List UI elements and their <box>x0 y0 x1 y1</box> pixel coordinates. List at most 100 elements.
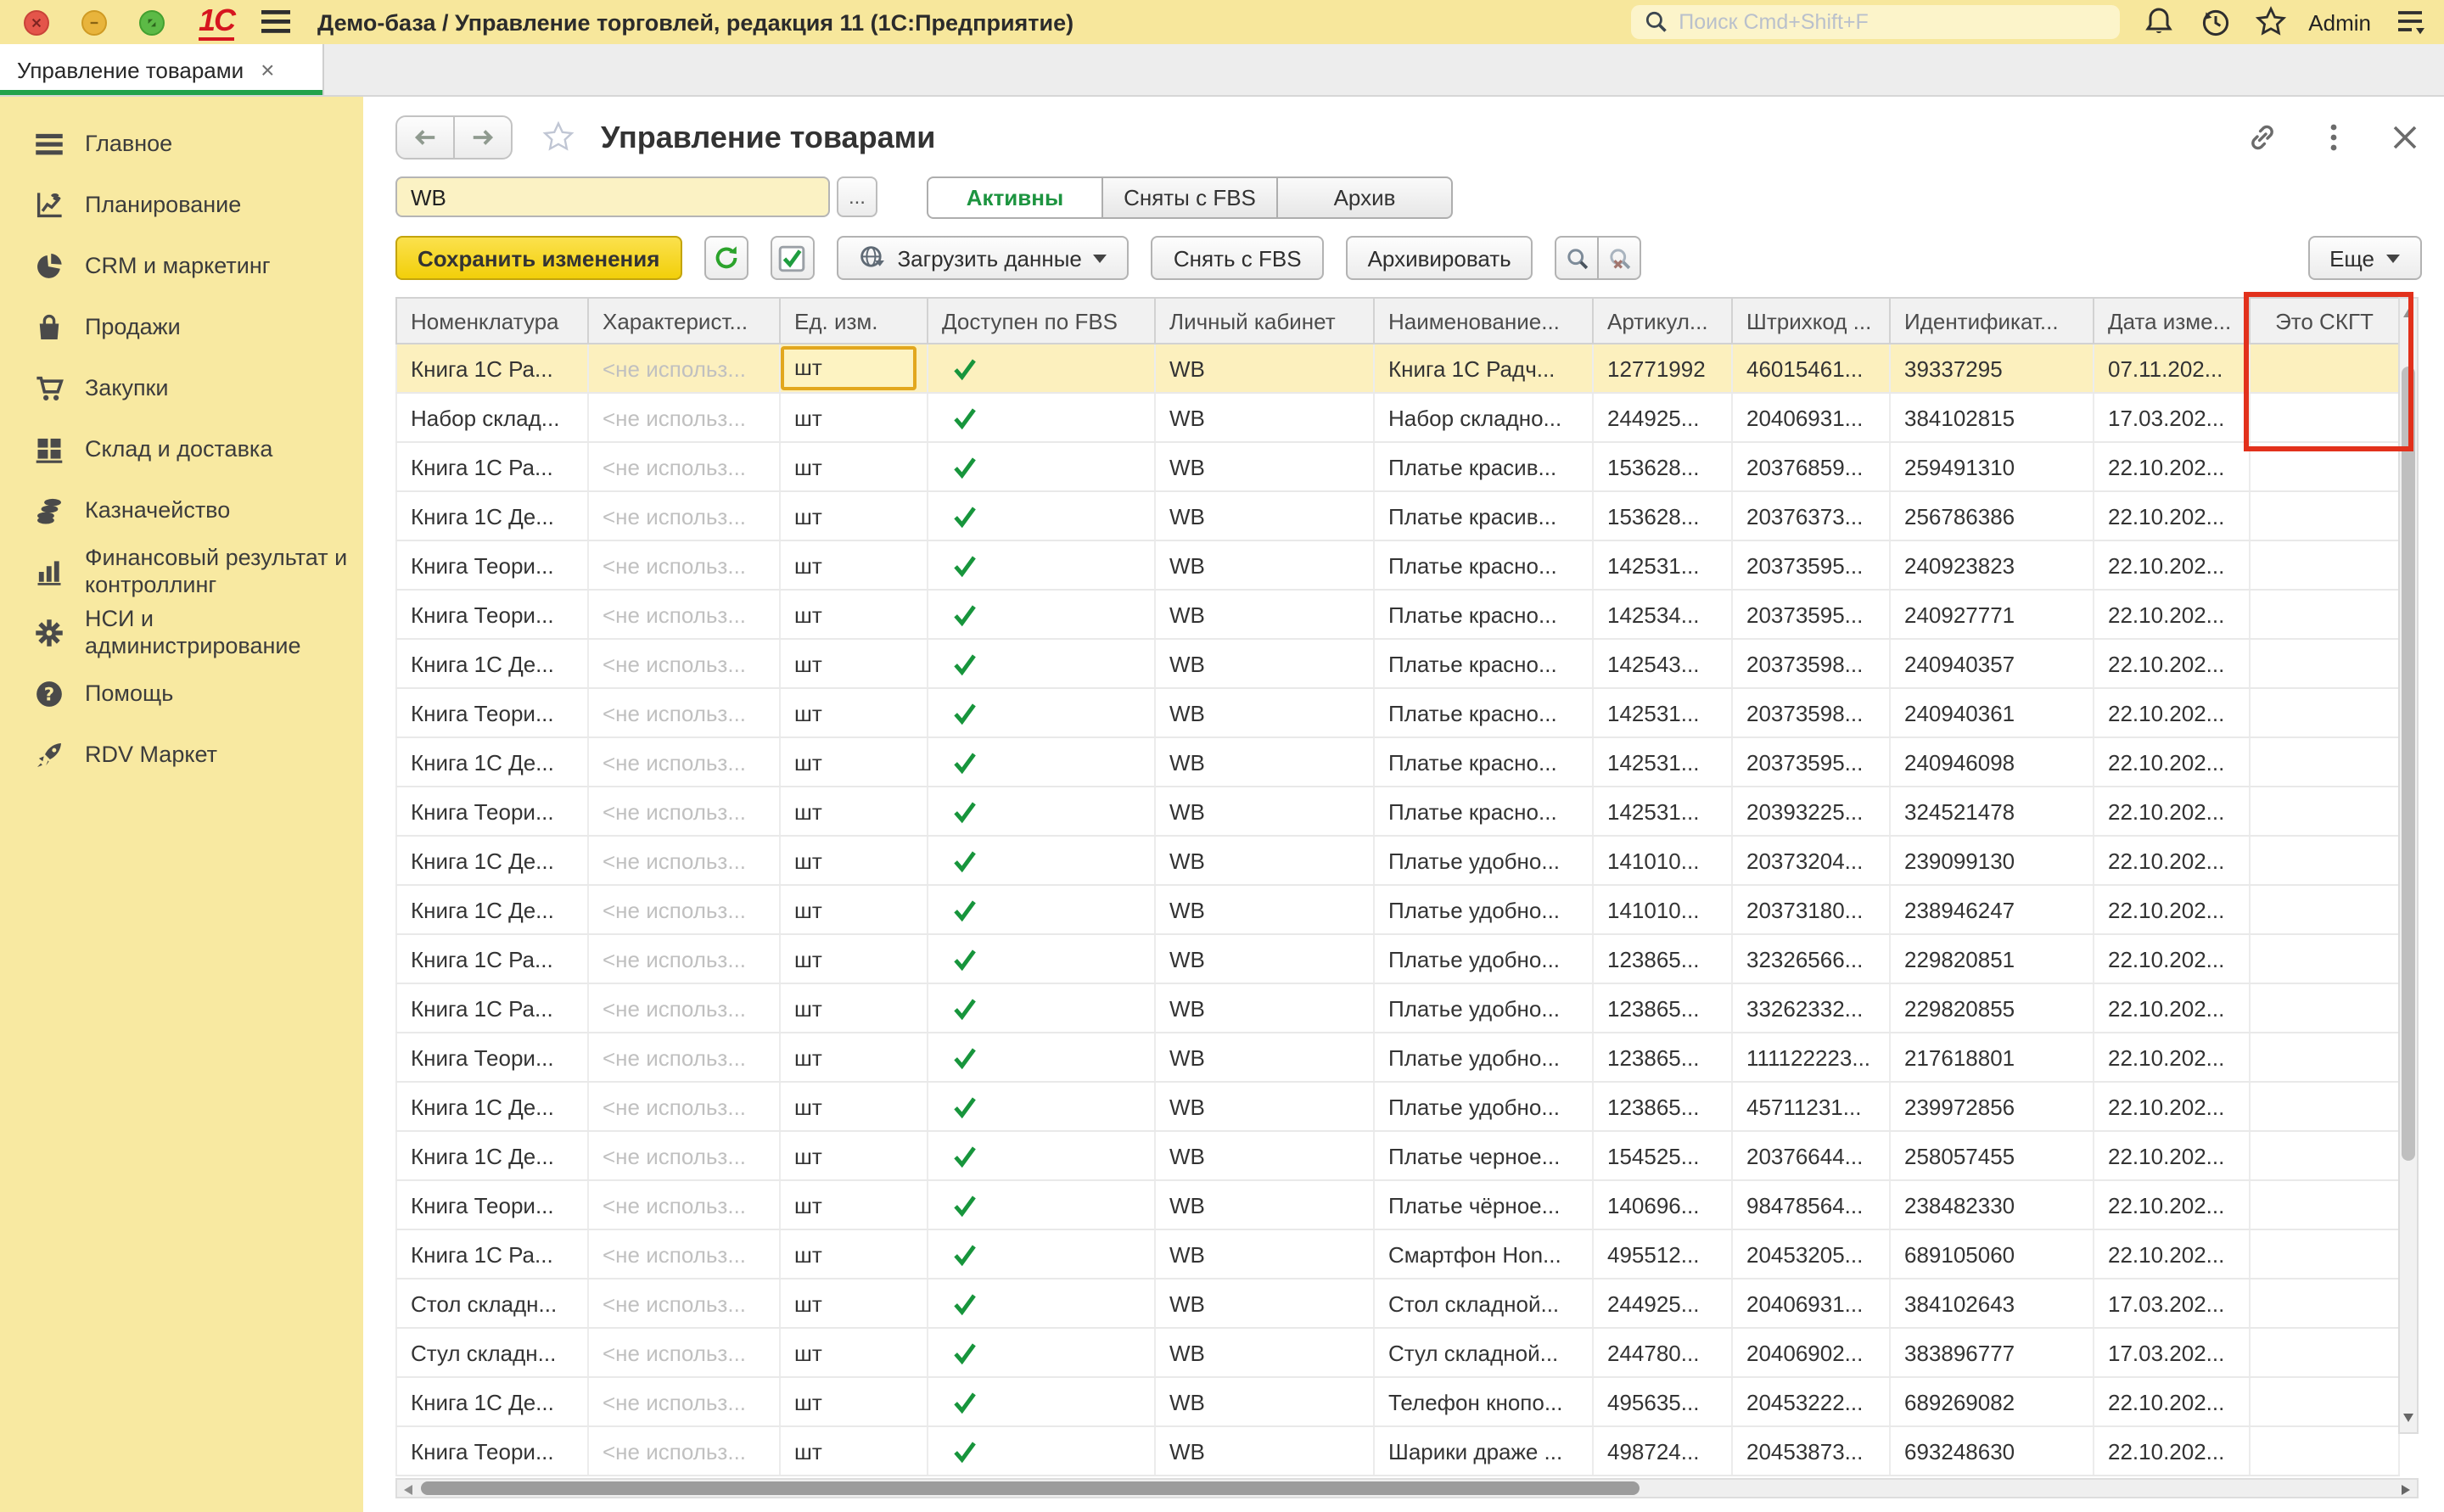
table-cell[interactable]: Стул складной... <box>1374 1328 1593 1377</box>
table-cell[interactable]: <не использ... <box>588 1033 780 1082</box>
table-cell[interactable]: 22.10.202... <box>2094 491 2250 540</box>
table-cell[interactable] <box>2250 1377 2399 1426</box>
segment-archive[interactable]: Архив <box>1276 176 1453 218</box>
table-row[interactable]: Книга 1С Де...<не использ...штWBПлатье ч… <box>396 1131 2399 1180</box>
table-cell[interactable]: 142543... <box>1593 639 1732 688</box>
table-cell[interactable]: шт <box>780 688 928 737</box>
table-cell[interactable]: 17.03.202... <box>2094 1328 2250 1377</box>
scroll-right-arrow-icon[interactable] <box>2402 1484 2410 1494</box>
table-cell[interactable]: 20373595... <box>1732 590 1890 639</box>
table-cell[interactable]: 689269082 <box>1890 1377 2094 1426</box>
table-row[interactable]: Книга 1С Ра...<не использ...штWBПлатье у… <box>396 983 2399 1033</box>
table-cell[interactable]: 229820851 <box>1890 934 2094 983</box>
table-row[interactable]: Книга 1С Де...<не использ...штWBПлатье у… <box>396 836 2399 885</box>
column-header[interactable]: Артикул... <box>1593 298 1732 344</box>
sidebar-item-help[interactable]: ?Помощь <box>0 664 363 725</box>
table-cell[interactable]: Книга 1С Ра... <box>396 442 588 491</box>
table-cell[interactable]: 240923823 <box>1890 540 2094 590</box>
table-cell[interactable] <box>2250 442 2399 491</box>
table-cell[interactable]: 693248630 <box>1890 1426 2094 1476</box>
table-cell[interactable]: 123865... <box>1593 1033 1732 1082</box>
cancel-search-button[interactable] <box>1598 236 1642 280</box>
table-cell[interactable]: <не использ... <box>588 540 780 590</box>
table-cell[interactable] <box>928 639 1155 688</box>
window-zoom-button[interactable] <box>139 9 165 35</box>
table-cell[interactable]: 22.10.202... <box>2094 688 2250 737</box>
table-cell[interactable]: 142531... <box>1593 540 1732 590</box>
table-cell[interactable] <box>928 688 1155 737</box>
column-header[interactable]: Это СКГТ <box>2250 298 2399 344</box>
table-row[interactable]: Книга Теори...<не использ...штWBПлатье к… <box>396 590 2399 639</box>
table-cell[interactable]: 383896777 <box>1890 1328 2094 1377</box>
table-cell[interactable]: шт <box>780 983 928 1033</box>
sidebar-item-rdv[interactable]: RDV Маркет <box>0 725 363 786</box>
table-cell[interactable]: <не использ... <box>588 1328 780 1377</box>
table-cell[interactable]: 495635... <box>1593 1377 1732 1426</box>
table-cell[interactable]: 238482330 <box>1890 1180 2094 1229</box>
global-search-input[interactable]: Поиск Cmd+Shift+F <box>1631 5 2120 39</box>
table-cell[interactable]: 39337295 <box>1890 344 2094 393</box>
table-cell[interactable]: 20376644... <box>1732 1131 1890 1180</box>
table-row[interactable]: Книга 1С Де...<не использ...штWBПлатье у… <box>396 1082 2399 1131</box>
table-cell[interactable]: <не использ... <box>588 344 780 393</box>
table-cell[interactable]: шт <box>780 934 928 983</box>
table-cell[interactable]: WB <box>1155 1131 1374 1180</box>
table-cell[interactable]: шт <box>780 1033 928 1082</box>
table-cell[interactable]: Телефон кнопо... <box>1374 1377 1593 1426</box>
table-cell[interactable]: шт <box>780 540 928 590</box>
remove-from-fbs-button[interactable]: Снять с FBS <box>1152 236 1324 280</box>
table-cell[interactable] <box>2250 737 2399 787</box>
table-cell[interactable]: <не использ... <box>588 836 780 885</box>
vertical-scrollbar[interactable] <box>2398 297 2419 1434</box>
table-cell[interactable] <box>2250 983 2399 1033</box>
tab-product-management[interactable]: Управление товарами × <box>0 44 324 95</box>
table-cell[interactable]: шт <box>780 1426 928 1476</box>
table-cell[interactable]: 20373595... <box>1732 737 1890 787</box>
table-cell[interactable]: WB <box>1155 1229 1374 1279</box>
focused-cell[interactable]: шт <box>781 346 916 390</box>
table-cell[interactable]: Платье удобно... <box>1374 934 1593 983</box>
column-header[interactable]: Номенклатура <box>396 298 588 344</box>
table-row[interactable]: Книга Теори...<не использ...штWBПлатье у… <box>396 1033 2399 1082</box>
sidebar-item-warehouse[interactable]: Склад и доставка <box>0 419 363 480</box>
table-cell[interactable]: 45711231... <box>1732 1082 1890 1131</box>
sidebar-item-main[interactable]: Главное <box>0 114 363 175</box>
table-cell[interactable]: Книга 1С Де... <box>396 836 588 885</box>
table-cell[interactable]: 20373595... <box>1732 540 1890 590</box>
table-cell[interactable]: 22.10.202... <box>2094 1426 2250 1476</box>
table-cell[interactable]: <не использ... <box>588 983 780 1033</box>
table-cell[interactable]: 384102643 <box>1890 1279 2094 1328</box>
table-cell[interactable]: WB <box>1155 442 1374 491</box>
table-cell[interactable] <box>928 1033 1155 1082</box>
table-cell[interactable]: 20373204... <box>1732 836 1890 885</box>
table-cell[interactable] <box>928 491 1155 540</box>
table-cell[interactable]: шт <box>780 885 928 934</box>
window-minimize-button[interactable] <box>81 9 107 35</box>
table-cell[interactable]: Платье удобно... <box>1374 836 1593 885</box>
table-cell[interactable]: Платье черное... <box>1374 1131 1593 1180</box>
table-cell[interactable]: Книга Теори... <box>396 1180 588 1229</box>
column-header[interactable]: Характерист... <box>588 298 780 344</box>
table-cell[interactable] <box>928 787 1155 836</box>
table-cell[interactable]: шт <box>780 590 928 639</box>
table-cell[interactable]: <не использ... <box>588 1279 780 1328</box>
segment-active[interactable]: Активны <box>927 176 1103 218</box>
window-close-button[interactable] <box>24 9 49 35</box>
table-cell[interactable]: WB <box>1155 885 1374 934</box>
history-icon[interactable] <box>2198 5 2232 39</box>
user-menu-icon[interactable] <box>2393 5 2427 39</box>
table-cell[interactable]: 20373180... <box>1732 885 1890 934</box>
table-cell[interactable]: 22.10.202... <box>2094 934 2250 983</box>
table-cell[interactable] <box>2250 1082 2399 1131</box>
table-cell[interactable]: 20453205... <box>1732 1229 1890 1279</box>
table-cell[interactable] <box>2250 344 2399 393</box>
table-cell[interactable]: шт <box>780 1180 928 1229</box>
table-cell[interactable] <box>2250 688 2399 737</box>
table-cell[interactable]: 111122223... <box>1732 1033 1890 1082</box>
table-cell[interactable] <box>928 836 1155 885</box>
table-cell[interactable]: 239099130 <box>1890 836 2094 885</box>
sidebar-item-finance[interactable]: Финансовый результат и контроллинг <box>0 541 363 602</box>
table-cell[interactable]: 12771992 <box>1593 344 1732 393</box>
column-header[interactable]: Личный кабинет <box>1155 298 1374 344</box>
column-header[interactable]: Доступен по FBS <box>928 298 1155 344</box>
